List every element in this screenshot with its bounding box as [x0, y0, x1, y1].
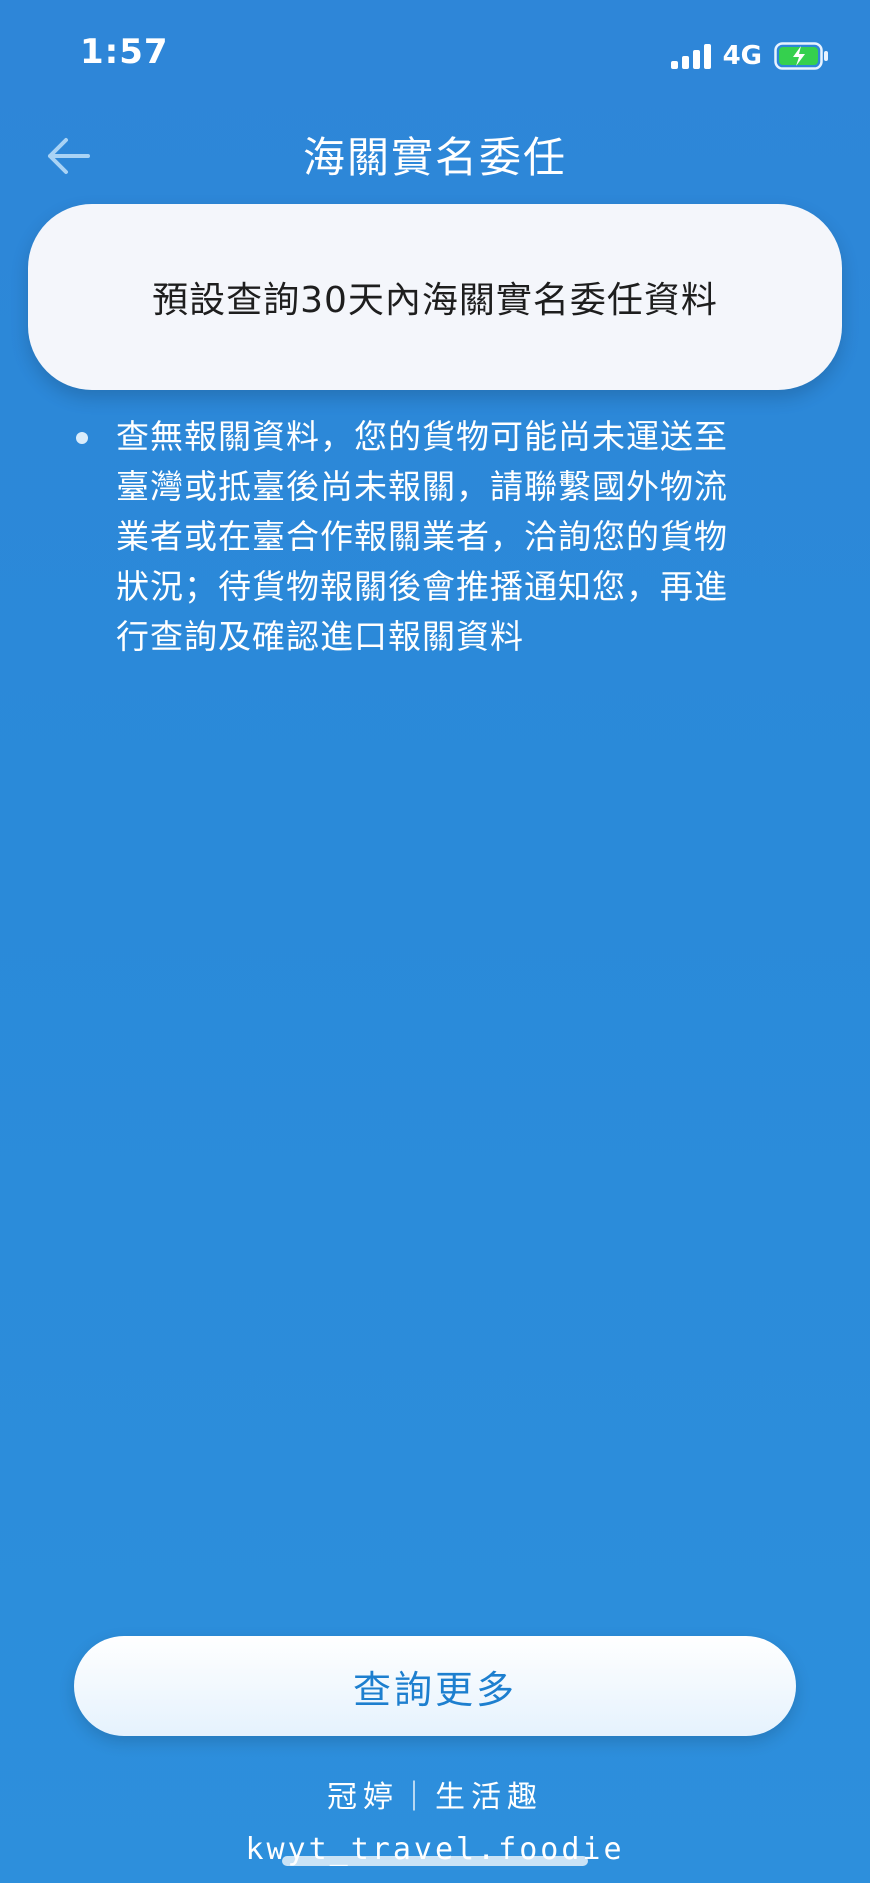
header: 海關實名委任: [0, 110, 870, 200]
notice-text: 查無報關資料，您的貨物可能尚未運送至 臺灣或抵臺後尚未報關，請聯繫國外物流 業者…: [116, 412, 728, 662]
network-label: 4G: [722, 41, 762, 71]
status-time: 1:57: [80, 32, 169, 72]
home-indicator: [282, 1856, 588, 1866]
notice-line: 業者或在臺合作報關業者，洽詢您的貨物: [116, 517, 728, 556]
status-indicators: 4G: [670, 38, 830, 74]
notice-line: 行查詢及確認進口報關資料: [116, 617, 524, 656]
notice-line: 查無報關資料，您的貨物可能尚未運送至: [116, 417, 728, 456]
bullet-dot: [76, 432, 88, 444]
info-card: 預設查詢30天內海關實名委任資料: [28, 204, 842, 390]
battery-charging-icon: [774, 42, 828, 70]
info-card-text: 預設查詢30天內海關實名委任資料: [152, 280, 718, 321]
signal-icon: [670, 43, 711, 69]
status-bar: 1:57 4G: [0, 0, 870, 110]
notice-line: 狀況；待貨物報關後會推播通知您，再進: [116, 567, 728, 606]
notice: 查無報關資料，您的貨物可能尚未運送至 臺灣或抵臺後尚未報關，請聯繫國外物流 業者…: [76, 412, 776, 662]
query-more-button[interactable]: 查詢更多: [74, 1636, 796, 1736]
watermark-text: 冠婷｜生活趣: [327, 1780, 543, 1815]
notice-line: 臺灣或抵臺後尚未報關，請聯繫國外物流: [116, 467, 728, 506]
page-title: 海關實名委任: [302, 133, 567, 182]
